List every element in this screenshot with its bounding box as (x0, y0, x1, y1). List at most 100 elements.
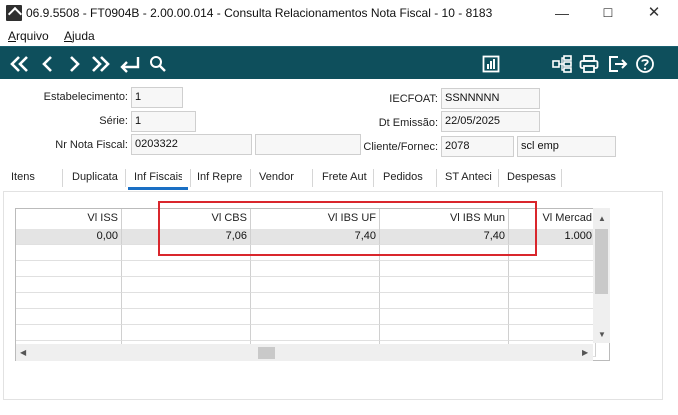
table-cell[interactable] (251, 277, 380, 293)
horizontal-scrollbar[interactable]: ◀ ▶ (16, 344, 593, 361)
tab-st-anteci[interactable]: ST Anteci (445, 171, 493, 183)
highlight-box (158, 201, 537, 256)
print-button[interactable] (577, 51, 601, 76)
last-record-button[interactable] (88, 51, 112, 76)
table-row[interactable] (16, 325, 596, 341)
table-cell[interactable] (251, 309, 380, 325)
active-tab-indicator (128, 187, 188, 190)
first-icon (10, 55, 28, 72)
tab-inf-repre[interactable]: Inf Repre (197, 171, 247, 183)
table-cell[interactable] (251, 261, 380, 277)
table-cell[interactable] (16, 245, 122, 261)
table-cell[interactable] (380, 309, 509, 325)
table-cell[interactable] (380, 277, 509, 293)
table-cell[interactable]: 0,00 (16, 229, 122, 245)
tab-itens[interactable]: Itens (11, 171, 59, 183)
table-row[interactable] (16, 309, 596, 325)
cliente-name-field[interactable]: scl emp (517, 136, 616, 157)
menu-arquivo[interactable]: Arquivo (8, 29, 49, 43)
serie-field[interactable]: 1 (131, 111, 196, 132)
vertical-scroll-thumb[interactable] (595, 229, 608, 294)
tab-separator (62, 169, 63, 187)
serie-label: Série: (99, 115, 128, 127)
estabelecimento-field[interactable]: 1 (131, 87, 183, 108)
table-cell[interactable] (16, 325, 122, 341)
horizontal-scroll-thumb[interactable] (258, 347, 275, 359)
close-button[interactable]: ✕ (632, 0, 676, 26)
tab-separator (498, 169, 499, 187)
table-cell[interactable] (122, 293, 251, 309)
table-row[interactable] (16, 277, 596, 293)
table-cell[interactable] (16, 277, 122, 293)
tab-separator (125, 169, 126, 187)
cliente-fornec-label: Cliente/Fornec: (363, 141, 438, 153)
tab-separator (250, 169, 251, 187)
iecfoat-label: IECFOAT: (389, 93, 438, 105)
table-cell[interactable] (509, 277, 596, 293)
table-cell[interactable] (380, 261, 509, 277)
table-cell[interactable] (16, 309, 122, 325)
tab-vendor[interactable]: Vendor (259, 171, 309, 183)
menu-ajuda-label: juda (72, 29, 95, 43)
app-icon (6, 5, 22, 21)
previous-icon (42, 55, 52, 72)
tab-frete-aut[interactable]: Frete Aut (322, 171, 368, 183)
table-cell[interactable] (509, 309, 596, 325)
tab-duplicata[interactable]: Duplicata (72, 171, 122, 183)
next-record-button[interactable] (62, 51, 86, 76)
report-button[interactable] (479, 51, 503, 76)
table-cell[interactable] (16, 261, 122, 277)
search-button[interactable] (146, 51, 170, 76)
scroll-right-icon[interactable]: ▶ (582, 348, 588, 357)
table-cell[interactable] (122, 277, 251, 293)
tab-bar: Itens Duplicata Inf Fiscais Inf Repre Ve… (0, 165, 678, 191)
tab-separator (312, 169, 313, 187)
first-record-button[interactable] (8, 51, 32, 76)
last-icon (92, 55, 110, 72)
table-cell[interactable] (509, 325, 596, 341)
nr-nota-fiscal-field[interactable]: 0203322 (131, 134, 252, 155)
next-icon (70, 55, 80, 72)
table-cell[interactable] (251, 293, 380, 309)
table-cell[interactable] (122, 325, 251, 341)
tree-button[interactable] (550, 51, 574, 76)
table-cell[interactable] (122, 309, 251, 325)
table-cell[interactable] (509, 293, 596, 309)
table-cell[interactable] (16, 293, 122, 309)
tab-despesas[interactable]: Despesas (507, 171, 561, 183)
menu-ajuda[interactable]: Ajuda (64, 29, 95, 43)
minimize-button[interactable]: — (540, 0, 584, 26)
window-title: 06.9.5508 - FT0904B - 2.00.00.014 - Cons… (26, 6, 493, 20)
report-icon (482, 55, 500, 72)
scroll-up-icon[interactable]: ▲ (598, 214, 606, 223)
column-header-vl-iss[interactable]: Vl ISS (16, 209, 122, 229)
table-row[interactable] (16, 261, 596, 277)
help-button[interactable] (633, 51, 657, 76)
iecfoat-field[interactable]: SSNNNNN (441, 88, 540, 109)
go-to-button[interactable] (118, 51, 142, 76)
cliente-code-field[interactable]: 2078 (441, 136, 514, 157)
menu-arquivo-accel: A (8, 29, 17, 43)
table-cell[interactable] (509, 261, 596, 277)
previous-record-button[interactable] (36, 51, 60, 76)
table-cell[interactable] (122, 261, 251, 277)
dt-emissao-label: Dt Emissão: (378, 117, 438, 129)
tab-separator (436, 169, 437, 187)
scroll-down-icon[interactable]: ▼ (598, 330, 606, 339)
table-row[interactable] (16, 293, 596, 309)
tab-separator (561, 169, 562, 187)
maximize-button[interactable]: ☐ (586, 0, 630, 26)
dt-emissao-field[interactable]: 22/05/2025 (441, 111, 540, 132)
menu-arquivo-label: rquivo (16, 29, 49, 43)
help-icon (636, 54, 654, 73)
tab-inf-fiscais[interactable]: Inf Fiscais (134, 171, 182, 183)
table-cell[interactable] (251, 325, 380, 341)
scroll-left-icon[interactable]: ◀ (20, 348, 26, 357)
nr-nota-fiscal-extra-field[interactable] (255, 134, 361, 155)
table-cell[interactable] (380, 293, 509, 309)
go-to-icon (120, 56, 140, 73)
tab-pedidos[interactable]: Pedidos (383, 171, 433, 183)
table-cell[interactable] (380, 325, 509, 341)
vertical-scrollbar[interactable]: ▲ ▼ (593, 208, 610, 343)
exit-button[interactable] (606, 51, 630, 76)
